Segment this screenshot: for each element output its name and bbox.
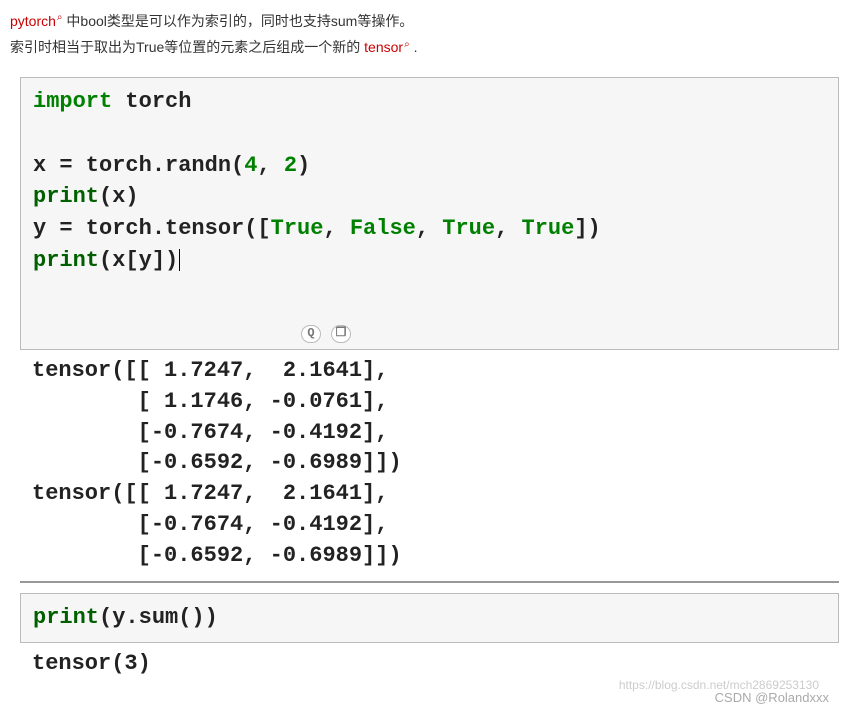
tensor-link[interactable]: tensor	[364, 39, 403, 55]
print-call-1: print	[33, 184, 99, 209]
true-2: True	[442, 216, 495, 241]
intro-text-2a: 索引时相当于取出为True等位置的元素之后组成一个新的	[10, 39, 364, 55]
bracket-close: ])	[574, 216, 600, 241]
output-cell-1: tensor([[ 1.7247, 2.1641], [ 1.1746, -0.…	[20, 350, 839, 576]
text-cursor	[179, 249, 180, 271]
intro-line-1: pytorch⌕ 中bool类型是可以作为索引的，同时也支持sum等操作。	[10, 10, 849, 32]
print-arg-2: (x[y])	[99, 248, 178, 273]
comma: ,	[323, 216, 349, 241]
false-1: False	[350, 216, 416, 241]
cell-toolbar: Q ❐	[301, 325, 351, 343]
code-line-3: x = torch.randn(	[33, 153, 244, 178]
pytorch-link[interactable]: pytorch	[10, 13, 56, 29]
true-1: True	[271, 216, 324, 241]
code-line-5: y = torch.tensor([	[33, 216, 271, 241]
comma: ,	[416, 216, 442, 241]
print-arg-1: (x)	[99, 184, 139, 209]
print-call-2: print	[33, 248, 99, 273]
print-arg-3: (y.sum())	[99, 605, 218, 630]
code-output-block-1: import torch x = torch.randn(4, 2) print…	[20, 77, 839, 684]
comma: ,	[257, 153, 283, 178]
watermark-author: CSDN @Rolandxxx	[10, 690, 829, 705]
print-call-3: print	[33, 605, 99, 630]
num-2: 2	[284, 153, 297, 178]
comma: ,	[495, 216, 521, 241]
intro-text-1: 中bool类型是可以作为索引的，同时也支持sum等操作。	[63, 13, 414, 29]
intro-text-2b: .	[410, 39, 418, 55]
paren-close: )	[297, 153, 310, 178]
num-4: 4	[244, 153, 257, 178]
comment-icon[interactable]: ❐	[331, 325, 351, 343]
intro-line-2: 索引时相当于取出为True等位置的元素之后组成一个新的 tensor⌕ .	[10, 36, 849, 58]
cell-divider	[20, 581, 839, 583]
keyword-import: import	[33, 89, 112, 114]
code-cell-1: import torch x = torch.randn(4, 2) print…	[20, 77, 839, 350]
true-3: True	[522, 216, 575, 241]
module-torch: torch	[112, 89, 191, 114]
code-cell-2: print(y.sum())	[20, 593, 839, 643]
search-icon[interactable]: Q	[301, 325, 321, 343]
